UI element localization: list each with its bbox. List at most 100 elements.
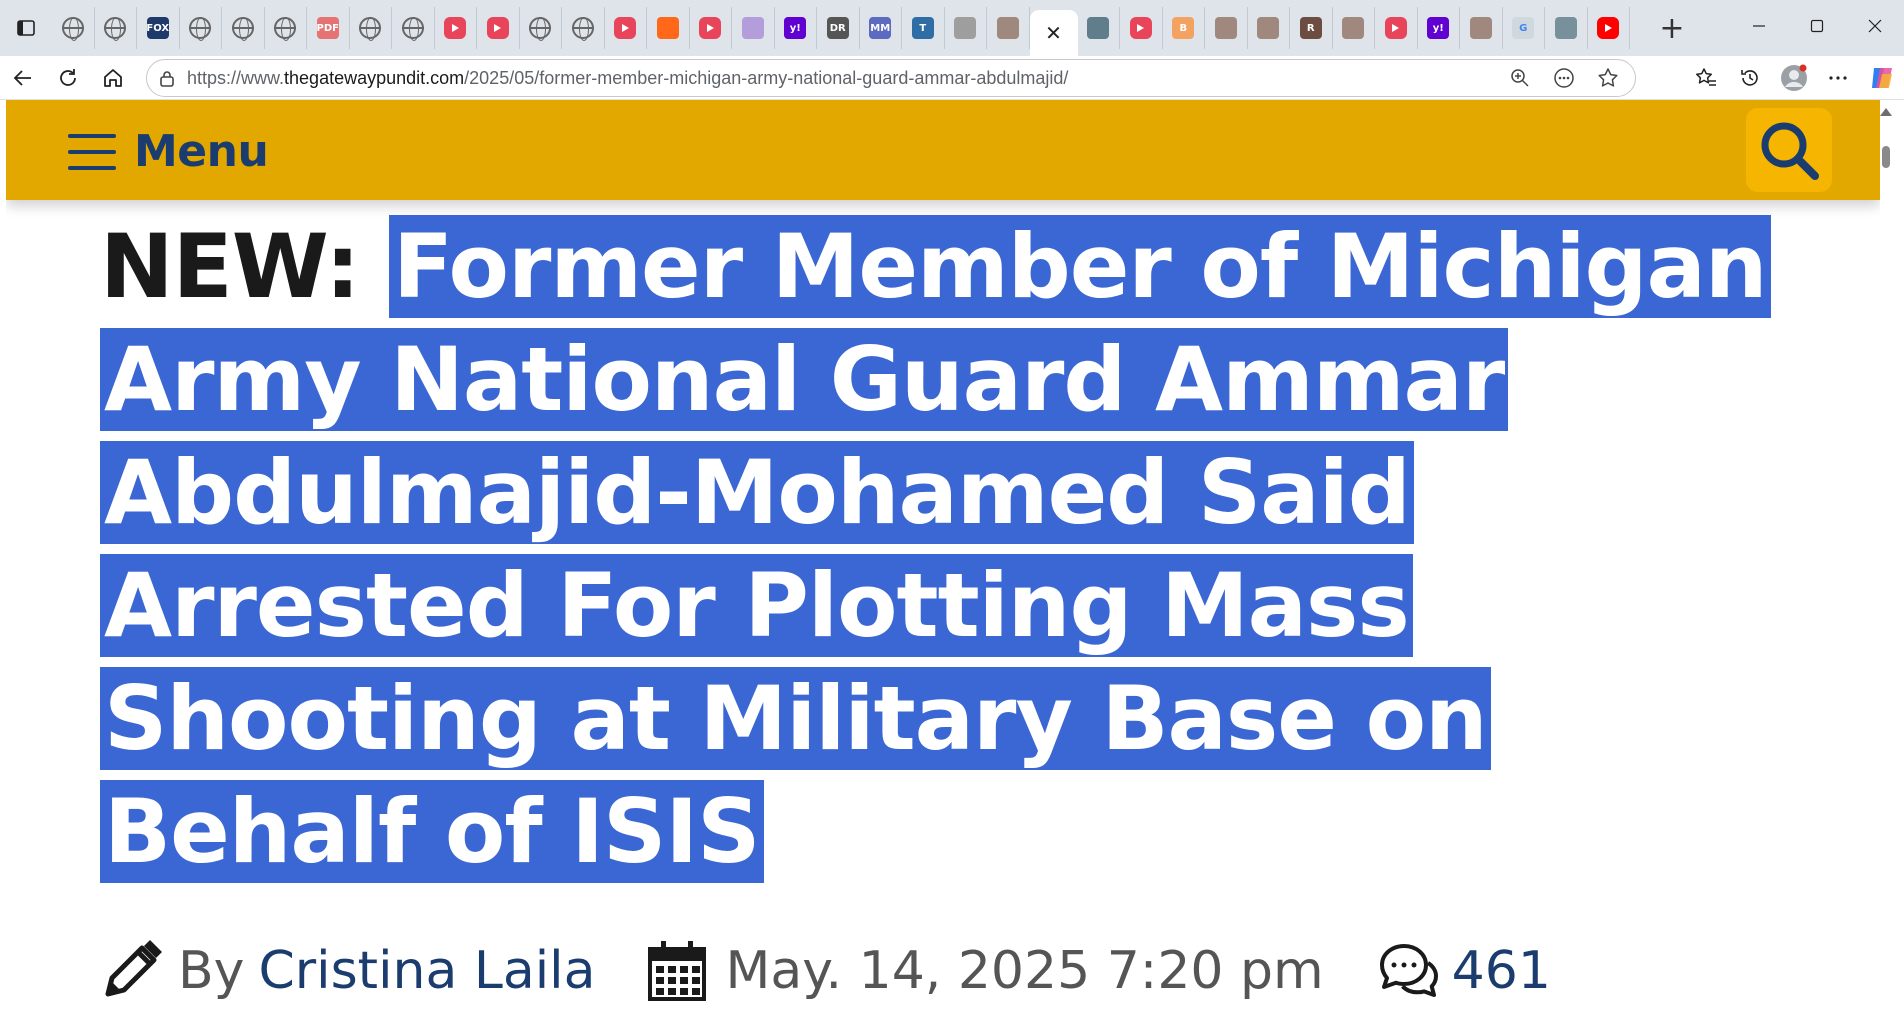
close-window-button[interactable] xyxy=(1846,0,1904,52)
browser-tab[interactable] xyxy=(1120,7,1163,49)
search-button[interactable] xyxy=(1746,108,1832,192)
article-meta: By Cristina Laila May. 14, 2025 7:20 pm … xyxy=(100,936,1551,1006)
hamburger-icon xyxy=(68,133,116,170)
photo-icon xyxy=(1257,17,1280,39)
maximize-button[interactable] xyxy=(1788,0,1846,52)
reload-button[interactable] xyxy=(46,58,90,98)
page-scrollbar[interactable] xyxy=(1880,100,1892,1012)
browser-tab[interactable] xyxy=(732,7,775,49)
photo-icon xyxy=(1342,17,1365,39)
browser-tab[interactable] xyxy=(350,7,392,49)
author-link[interactable]: Cristina Laila xyxy=(258,941,595,1001)
browser-tab[interactable]: y! xyxy=(775,7,817,49)
zoom-in-icon xyxy=(1511,69,1529,87)
browser-tab[interactable] xyxy=(392,7,435,49)
new-tab-button[interactable]: + xyxy=(1652,8,1692,48)
browser-tab[interactable]: T xyxy=(902,7,945,49)
page-actions-button[interactable] xyxy=(1545,60,1583,96)
browser-tab[interactable] xyxy=(1248,7,1290,49)
browser-tab[interactable]: G xyxy=(1503,7,1545,49)
url-text[interactable]: https://www.thegatewaypundit.com/2025/05… xyxy=(187,68,1068,89)
browser-tab[interactable] xyxy=(477,7,520,49)
menu-button[interactable]: Menu xyxy=(68,126,269,177)
browser-tab[interactable] xyxy=(562,7,605,49)
youtube-icon xyxy=(486,17,509,39)
comments-count[interactable]: 461 xyxy=(1452,941,1551,1001)
browser-tab[interactable] xyxy=(1078,7,1120,49)
pencil-icon xyxy=(105,940,162,997)
zoom-button[interactable] xyxy=(1501,60,1539,96)
browser-tab[interactable]: ✕ xyxy=(1029,10,1078,56)
browser-tab[interactable]: DR xyxy=(817,7,860,49)
globe-icon xyxy=(274,17,297,41)
browser-tab[interactable] xyxy=(435,7,477,49)
browser-tab[interactable] xyxy=(52,7,95,49)
browser-tab[interactable] xyxy=(945,7,987,49)
copilot-icon xyxy=(1872,68,1892,88)
site-info-button[interactable] xyxy=(147,69,187,87)
blogger-icon: B xyxy=(1172,17,1195,39)
photo-icon xyxy=(1214,17,1237,39)
tab-actions-icon xyxy=(17,20,35,36)
browser-tab[interactable] xyxy=(520,7,562,49)
article-headline: NEW: Former Member of Michigan Army Nati… xyxy=(100,210,1800,888)
browser-tab[interactable] xyxy=(95,7,137,49)
address-bar[interactable]: https://www.thegatewaypundit.com/2025/05… xyxy=(146,59,1636,97)
browser-tab[interactable] xyxy=(1205,7,1248,49)
globe-icon xyxy=(359,17,382,41)
menu-label: Menu xyxy=(134,126,269,177)
yahoo-icon: y! xyxy=(1427,17,1450,39)
youtube-red-icon xyxy=(1597,17,1620,39)
browser-tab[interactable] xyxy=(605,7,647,49)
history-icon xyxy=(1741,70,1758,86)
browser-tab[interactable] xyxy=(647,7,690,49)
settings-more-button[interactable] xyxy=(1816,56,1860,100)
youtube-icon xyxy=(444,17,467,39)
close-icon[interactable]: ✕ xyxy=(1045,21,1062,45)
scrollbar-thumb[interactable] xyxy=(1882,146,1890,168)
browser-tab[interactable]: R xyxy=(1290,7,1333,49)
profile-button[interactable] xyxy=(1772,56,1816,100)
home-button[interactable] xyxy=(91,58,135,98)
browser-tab[interactable] xyxy=(180,7,222,49)
browser-tab[interactable]: MM xyxy=(860,7,902,49)
back-button[interactable] xyxy=(1,58,45,98)
browser-tab[interactable] xyxy=(1333,7,1375,49)
globe-icon xyxy=(61,17,84,41)
youtube-icon xyxy=(1129,17,1152,39)
favorites-button[interactable] xyxy=(1684,56,1728,100)
star-icon xyxy=(1598,68,1618,87)
home-icon xyxy=(104,68,122,87)
site-header: Menu xyxy=(6,100,1880,200)
google-icon: G xyxy=(1512,17,1535,39)
browser-tab[interactable] xyxy=(1375,7,1418,49)
browser-tab[interactable] xyxy=(1545,7,1588,49)
browser-tab[interactable] xyxy=(222,7,265,49)
favorite-button[interactable] xyxy=(1589,60,1627,96)
browser-tab[interactable] xyxy=(690,7,732,49)
photo-icon xyxy=(996,17,1019,39)
yahoo-icon: y! xyxy=(784,17,807,39)
browser-tab[interactable] xyxy=(1588,7,1630,49)
publish-date: May. 14, 2025 7:20 pm xyxy=(725,941,1324,1001)
browser-tab[interactable]: PDF xyxy=(307,7,350,49)
scroll-up-arrow-icon[interactable] xyxy=(1880,108,1892,116)
tab-actions-button[interactable] xyxy=(0,0,52,56)
seal-icon xyxy=(954,17,977,39)
browser-tab[interactable]: B xyxy=(1163,7,1205,49)
minimize-button[interactable] xyxy=(1730,0,1788,52)
browser-tab[interactable] xyxy=(987,7,1030,49)
headline-prefix: NEW: xyxy=(100,215,389,318)
browser-tab[interactable] xyxy=(1460,7,1503,49)
comments-icon[interactable] xyxy=(1376,941,1440,1001)
browser-tab[interactable] xyxy=(265,7,307,49)
close-icon xyxy=(1868,19,1882,33)
letter-r-icon: R xyxy=(1299,17,1322,39)
history-button[interactable] xyxy=(1728,56,1772,100)
copilot-button[interactable] xyxy=(1860,56,1904,100)
browser-tab[interactable]: y! xyxy=(1418,7,1460,49)
browser-tab[interactable]: FOX xyxy=(137,7,180,49)
toolbar-right xyxy=(1684,56,1904,100)
minimize-icon xyxy=(1753,25,1765,27)
tab-strip: FOX PDF y! DR MM T ✕ B Ry! G + xyxy=(0,0,1904,56)
